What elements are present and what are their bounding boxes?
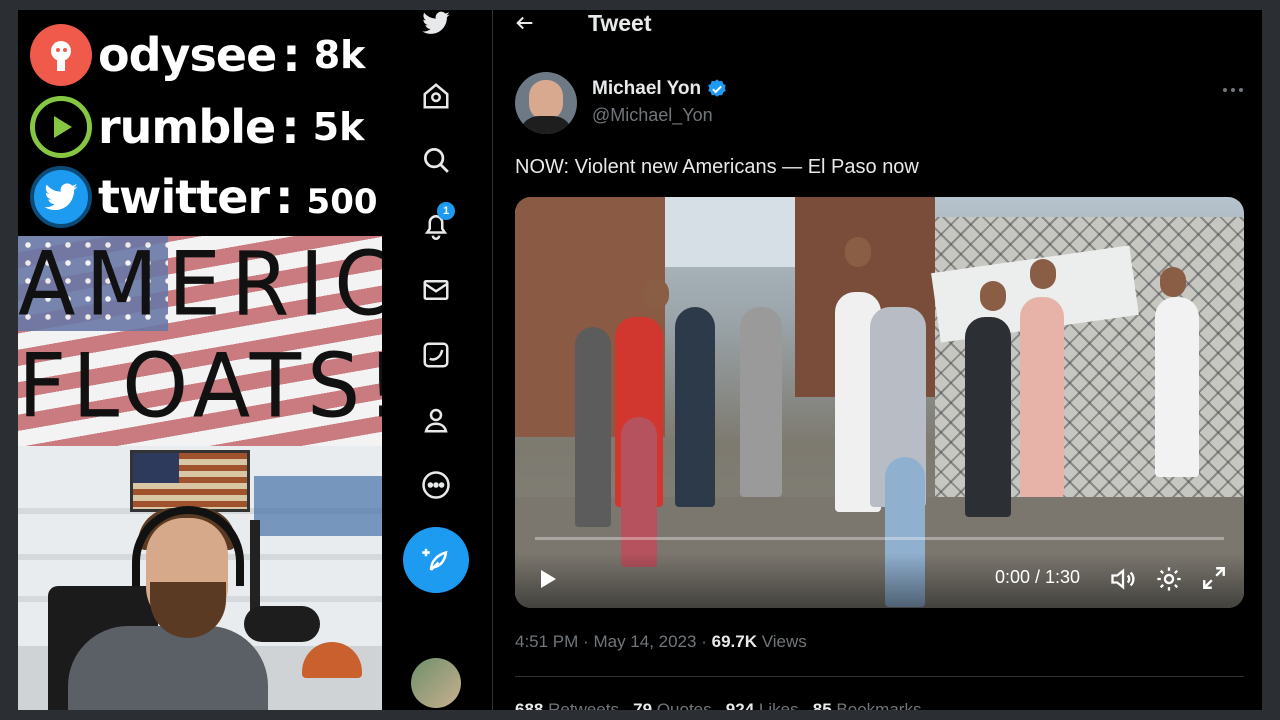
america-floats-banner: AMERICA FLOATS! [18,236,382,446]
video-person-head [1030,259,1056,289]
person-icon[interactable] [415,399,457,441]
tweet-detail-column: Tweet Michael Yon @Michael_Yon NOW: Viol… [494,10,1262,710]
nav-rail: 1 [382,10,493,710]
tweet-time[interactable]: 4:51 PM [515,632,578,651]
hat [302,642,362,678]
tweet-date[interactable]: May 14, 2023 [593,632,696,651]
author-name-row[interactable]: Michael Yon [592,78,728,100]
bookmarks-label: Bookmarks [836,700,922,710]
tweet-video[interactable]: 0:00 / 1:30 [515,197,1244,608]
video-person [740,307,782,497]
author-name[interactable]: Michael Yon [592,78,701,100]
video-person-head [643,279,669,309]
video-person-head [845,237,871,267]
video-person [675,307,715,507]
play-icon[interactable] [535,567,559,591]
webcam-feed [18,446,382,710]
microphone [244,606,320,642]
author-handle[interactable]: @Michael_Yon [592,105,713,126]
home-icon[interactable] [415,75,457,117]
twitter-logo-icon[interactable] [415,10,457,44]
views-label: Views [761,632,807,651]
video-person-head [980,281,1006,311]
bookmarks-stat[interactable]: 85 Bookmarks [813,700,922,710]
page-title: Tweet [588,10,652,36]
compose-tweet-button[interactable] [403,527,469,593]
streamer-body [68,626,268,710]
volume-icon[interactable] [1109,565,1137,593]
twitter-blue-icon[interactable] [415,334,457,376]
flag-artwork [130,450,250,512]
banner-line-1: AMERICA [18,236,382,336]
odysee-stat: odysee: 8k [30,24,365,86]
video-person [575,327,611,527]
notification-badge: 1 [437,202,455,220]
video-person [1020,297,1064,497]
bookmarks-count: 85 [812,700,832,710]
stream-overlay: odysee: 8k rumble: 5k twitter: 500 AMERI… [18,10,382,710]
retweets-count: 688 [515,700,544,710]
rumble-label: rumble [98,100,276,154]
divider [515,676,1244,677]
twitter-label: twitter [98,170,270,224]
retweets-stat[interactable]: 688 Retweets [515,700,619,710]
odysee-label: odysee [98,28,277,82]
odysee-logo-icon [30,24,92,86]
banner-line-2: FLOATS! [18,334,382,438]
quotes-stat[interactable]: 79 Quotes [633,700,711,710]
tweet-meta: 4:51 PM · May 14, 2023 · 69.7K Views [515,632,807,652]
video-person [1155,297,1199,477]
likes-label: Likes [758,700,799,710]
mail-icon[interactable] [415,269,457,311]
tweet-text: NOW: Violent new Americans — El Paso now [515,156,919,178]
verified-badge-icon [708,79,726,97]
meta-separator: · [701,632,707,651]
quotes-count: 79 [633,700,653,710]
rumble-count: 5k [312,105,365,149]
rumble-stat: rumble: 5k [30,96,364,158]
retweets-label: Retweets [548,700,619,710]
led-light [254,476,382,536]
odysee-count: 8k [313,33,366,77]
twitter-stat: twitter: 500 [30,166,378,228]
account-avatar[interactable] [411,658,461,708]
tweet-stats: 688 Retweets 79 Quotes 924 Likes 85 Book… [515,700,921,710]
twitter-colon: : [275,170,293,224]
bell-icon[interactable]: 1 [415,202,457,246]
twitter-logo-icon [30,166,92,228]
video-time: 0:00 / 1:30 [995,567,1081,587]
video-person [965,317,1011,517]
rumble-logo-icon [30,96,92,158]
more-options-icon[interactable] [1218,78,1248,102]
video-sky [655,197,815,267]
more-circle-icon[interactable] [415,464,457,506]
likes-count: 924 [725,700,755,710]
rumble-colon: : [281,100,299,154]
twitter-app: 1 Tweet Michael Yon @Michael_Yon NOW: Vi… [382,10,1262,710]
video-progress-bar[interactable] [535,537,1224,540]
views-count: 69.7K [711,632,757,651]
gear-icon[interactable] [1155,565,1183,593]
odysee-colon: : [282,28,300,82]
author-avatar[interactable] [515,72,577,134]
search-icon[interactable] [415,139,457,181]
meta-separator: · [583,632,589,651]
back-arrow-icon[interactable] [514,10,544,36]
feather-plus-icon [422,548,448,571]
header: Tweet [494,10,1262,54]
quotes-label: Quotes [656,700,712,710]
fullscreen-icon[interactable] [1201,565,1227,591]
likes-stat[interactable]: 924 Likes [726,700,799,710]
video-person-head [1160,267,1186,297]
twitter-count: 500 [306,182,378,222]
video-person [621,417,657,567]
